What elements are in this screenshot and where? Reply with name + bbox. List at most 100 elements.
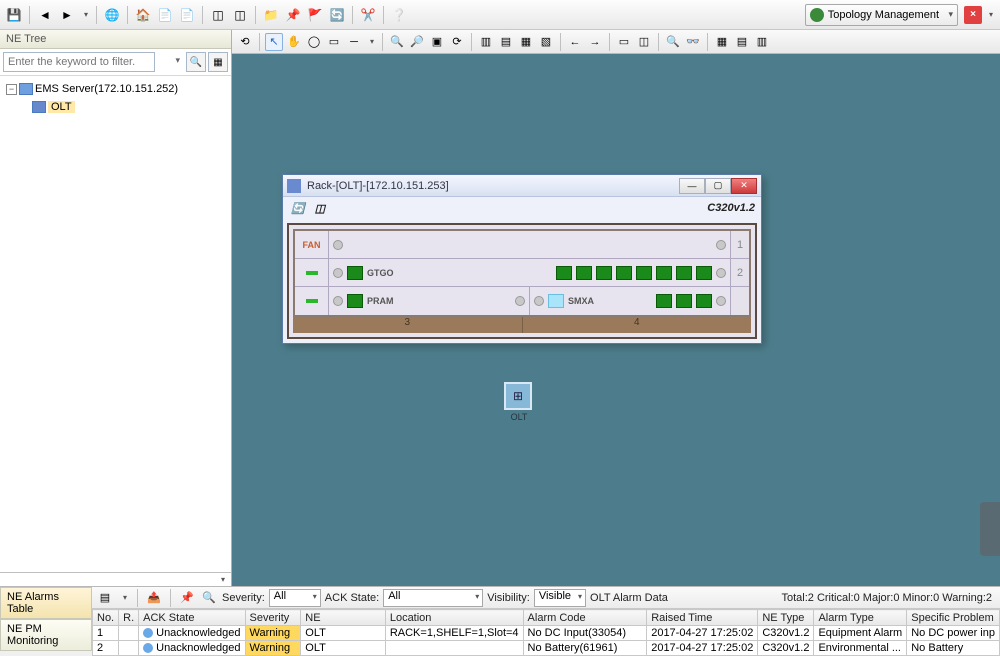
port-icon[interactable]: [576, 266, 592, 280]
grid3-icon[interactable]: ▥: [753, 33, 771, 51]
port-icon[interactable]: [347, 294, 363, 308]
fb-icon1[interactable]: ▤: [96, 589, 114, 607]
severity-select[interactable]: All: [269, 589, 321, 607]
rack-refresh-icon[interactable]: 🔄: [289, 199, 307, 217]
nav-fwd-icon[interactable]: ►: [57, 5, 77, 25]
fb-dd-icon[interactable]: ▾: [120, 589, 130, 607]
tab-ne-alarms[interactable]: NE Alarms Table: [0, 587, 92, 619]
table-row[interactable]: 1UnacknowledgedWarningOLTRACK=1,SHELF=1,…: [93, 626, 1000, 641]
close-button[interactable]: ✕: [731, 178, 757, 194]
nav-back-icon[interactable]: ◄: [35, 5, 55, 25]
grid2-icon[interactable]: ▤: [733, 33, 751, 51]
fb-search-icon[interactable]: 🔍: [200, 589, 218, 607]
lasso-icon[interactable]: ◯: [305, 33, 323, 51]
topology-management-dropdown[interactable]: Topology Management: [805, 4, 958, 26]
doc1-icon[interactable]: 📄: [155, 5, 175, 25]
nav-dropdown-icon[interactable]: ▾: [81, 6, 91, 24]
alert-dropdown-icon[interactable]: ▾: [986, 6, 996, 24]
window2-icon[interactable]: ◫: [230, 5, 250, 25]
table-row[interactable]: 2UnacknowledgedWarningOLTNo Battery(6196…: [93, 641, 1000, 656]
line-dd-icon[interactable]: ▾: [367, 33, 377, 51]
save-icon[interactable]: 💾: [4, 5, 24, 25]
smxa-label: SMXA: [568, 296, 594, 306]
doc2-icon[interactable]: 📄: [177, 5, 197, 25]
cv-refresh-icon[interactable]: ⟲: [236, 33, 254, 51]
port-icon[interactable]: [676, 266, 692, 280]
filter-clear-button[interactable]: ▦: [208, 52, 228, 72]
layout2-icon[interactable]: ▤: [497, 33, 515, 51]
layout1-icon[interactable]: ▥: [477, 33, 495, 51]
globe-icon[interactable]: 🌐: [102, 5, 122, 25]
rack-row-pram[interactable]: PRAM SMXA: [295, 287, 749, 315]
table-header-row: No.R.ACK State SeverityNELocation Alarm …: [93, 610, 1000, 626]
zoom-reset-icon[interactable]: ⟳: [448, 33, 466, 51]
filter-search-button[interactable]: 🔍: [186, 52, 206, 72]
refresh-icon[interactable]: 🔄: [327, 5, 347, 25]
alert-indicator-icon[interactable]: ×: [964, 6, 982, 24]
port-icon[interactable]: [556, 266, 572, 280]
nav-right-icon[interactable]: →: [586, 33, 604, 51]
rack-expand-icon[interactable]: ◫: [311, 199, 329, 217]
port-icon[interactable]: [347, 266, 363, 280]
cut-icon[interactable]: ✂️: [358, 5, 378, 25]
port-icon[interactable]: [656, 294, 672, 308]
flag-icon[interactable]: 🚩: [305, 5, 325, 25]
alarm-table[interactable]: No.R.ACK State SeverityNELocation Alarm …: [92, 609, 1000, 656]
collapse-icon[interactable]: −: [6, 84, 17, 95]
binoculars-icon[interactable]: 👓: [684, 33, 702, 51]
port-icon[interactable]: [616, 266, 632, 280]
visibility-select[interactable]: Visible: [534, 589, 586, 607]
view1-icon[interactable]: ▭: [615, 33, 633, 51]
slot-blank: [731, 287, 749, 315]
nav-left-icon[interactable]: ←: [566, 33, 584, 51]
tree-root-row[interactable]: − EMS Server(172.10.151.252): [4, 80, 227, 98]
grid1-icon[interactable]: ▦: [713, 33, 731, 51]
ackstate-select[interactable]: All: [383, 589, 483, 607]
filter-input[interactable]: [3, 52, 155, 72]
zoom-fit-icon[interactable]: ▣: [428, 33, 446, 51]
panel-collapse-icon[interactable]: ▾: [0, 572, 231, 586]
port-icon[interactable]: [548, 294, 564, 308]
topology-canvas[interactable]: Rack-[OLT]-[172.10.151.253] — ▢ ✕ 🔄 ◫ C3…: [232, 54, 1000, 586]
port-icon[interactable]: [596, 266, 612, 280]
tree-child-label: OLT: [48, 101, 75, 113]
port-icon[interactable]: [696, 294, 712, 308]
line-tool-icon[interactable]: ─: [345, 33, 363, 51]
minimize-button[interactable]: —: [679, 178, 705, 194]
tab-ne-pm[interactable]: NE PM Monitoring: [0, 619, 92, 651]
window1-icon[interactable]: ◫: [208, 5, 228, 25]
fb-pin-icon[interactable]: 📌: [178, 589, 196, 607]
device-icon: ⊞: [504, 382, 532, 410]
help-icon[interactable]: ❔: [389, 5, 409, 25]
layout4-icon[interactable]: ▧: [537, 33, 555, 51]
olt-node-label: OLT: [504, 412, 534, 422]
fb-export-icon[interactable]: 📤: [145, 589, 163, 607]
view2-icon[interactable]: ◫: [635, 33, 653, 51]
port-icon[interactable]: [676, 294, 692, 308]
ack-icon: [143, 643, 153, 653]
marquee-icon[interactable]: ▭: [325, 33, 343, 51]
canvas-toolbar: ⟲ ↖ ✋ ◯ ▭ ─ ▾ 🔍 🔎 ▣ ⟳ ▥ ▤ ▦ ▧ ← → ▭ ◫ 🔍: [232, 30, 1000, 54]
port-icon[interactable]: [636, 266, 652, 280]
folder-icon[interactable]: 📁: [261, 5, 281, 25]
select-tool-icon[interactable]: ↖: [265, 33, 283, 51]
zoom-out-icon[interactable]: 🔎: [408, 33, 426, 51]
tree-child-row[interactable]: OLT: [4, 98, 227, 116]
side-drawer-handle[interactable]: [980, 502, 1000, 556]
layout3-icon[interactable]: ▦: [517, 33, 535, 51]
port-icon[interactable]: [696, 266, 712, 280]
ackstate-label: ACK State:: [325, 592, 379, 604]
rack-row-gtgo[interactable]: GTGO: [295, 259, 749, 287]
olt-node[interactable]: ⊞ OLT: [504, 382, 534, 422]
zoom-in-icon[interactable]: 🔍: [388, 33, 406, 51]
maximize-button[interactable]: ▢: [705, 178, 731, 194]
port-icon[interactable]: [656, 266, 672, 280]
topology-canvas-area: ⟲ ↖ ✋ ◯ ▭ ─ ▾ 🔍 🔎 ▣ ⟳ ▥ ▤ ▦ ▧ ← → ▭ ◫ 🔍: [232, 30, 1000, 586]
rack-titlebar[interactable]: Rack-[OLT]-[172.10.151.253] — ▢ ✕: [283, 175, 761, 197]
home-red-icon[interactable]: 🏠: [133, 5, 153, 25]
ne-tree[interactable]: − EMS Server(172.10.151.252) OLT: [0, 76, 231, 572]
rack-row-fan[interactable]: FAN 1: [295, 231, 749, 259]
find-icon[interactable]: 🔍: [664, 33, 682, 51]
pin-icon[interactable]: 📌: [283, 5, 303, 25]
pan-tool-icon[interactable]: ✋: [285, 33, 303, 51]
